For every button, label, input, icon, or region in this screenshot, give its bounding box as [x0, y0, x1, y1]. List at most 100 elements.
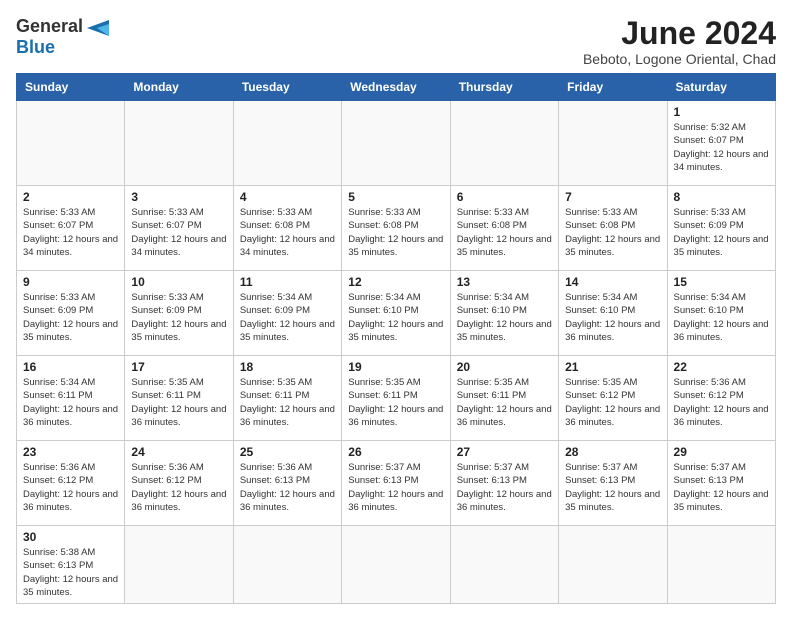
day-number: 16 [23, 360, 118, 374]
day-number: 23 [23, 445, 118, 459]
day-number: 21 [565, 360, 660, 374]
calendar-cell: 26Sunrise: 5:37 AM Sunset: 6:13 PM Dayli… [342, 441, 450, 526]
day-info: Sunrise: 5:37 AM Sunset: 6:13 PM Dayligh… [674, 461, 769, 514]
weekday-header-sunday: Sunday [17, 74, 125, 101]
calendar-cell: 23 Sunrise: 5:36 AM Sunset: 6:12 PM Dayli… [17, 441, 125, 526]
day-number: 6 [457, 190, 552, 204]
calendar-cell: 10 Sunrise: 5:33 AM Sunset: 6:09 PM Dayli… [125, 271, 233, 356]
calendar-cell: 30 Sunrise: 5:38 AM Sunset: 6:13 PM Dayli… [17, 526, 125, 604]
calendar-table: SundayMondayTuesdayWednesdayThursdayFrid… [16, 73, 776, 604]
day-info: Sunrise: 5:34 AM Sunset: 6:10 PM Dayligh… [457, 291, 552, 344]
day-info: Sunrise: 5:33 AM Sunset: 6:09 PM Dayligh… [131, 291, 226, 344]
weekday-header-saturday: Saturday [667, 74, 775, 101]
day-info: Sunrise: 5:34 AM Sunset: 6:10 PM Dayligh… [565, 291, 660, 344]
day-info: Sunrise: 5:37 AM Sunset: 6:13 PM Dayligh… [457, 461, 552, 514]
weekday-header-monday: Monday [125, 74, 233, 101]
weekday-header-tuesday: Tuesday [233, 74, 341, 101]
day-number: 13 [457, 275, 552, 289]
calendar-cell: 15 Sunrise: 5:34 AM Sunset: 6:10 PM Dayli… [667, 271, 775, 356]
calendar-cell: 21 Sunrise: 5:35 AM Sunset: 6:12 PM Dayli… [559, 356, 667, 441]
calendar-cell [125, 101, 233, 186]
day-info: Sunrise: 5:38 AM Sunset: 6:13 PM Dayligh… [23, 546, 118, 599]
day-number: 19 [348, 360, 443, 374]
calendar-cell: 29Sunrise: 5:37 AM Sunset: 6:13 PM Dayli… [667, 441, 775, 526]
calendar-cell [667, 526, 775, 604]
calendar-cell: 6 Sunrise: 5:33 AM Sunset: 6:08 PM Daylig… [450, 186, 558, 271]
day-number: 22 [674, 360, 769, 374]
day-info: Sunrise: 5:33 AM Sunset: 6:09 PM Dayligh… [23, 291, 118, 344]
day-info: Sunrise: 5:37 AM Sunset: 6:13 PM Dayligh… [348, 461, 443, 514]
calendar-cell: 18 Sunrise: 5:35 AM Sunset: 6:11 PM Dayli… [233, 356, 341, 441]
calendar-cell [342, 101, 450, 186]
calendar-week-row-4: 16 Sunrise: 5:34 AM Sunset: 6:11 PM Dayli… [17, 356, 776, 441]
calendar-cell [342, 526, 450, 604]
weekday-header-wednesday: Wednesday [342, 74, 450, 101]
calendar-cell: 20Sunrise: 5:35 AM Sunset: 6:11 PM Dayli… [450, 356, 558, 441]
day-info: Sunrise: 5:33 AM Sunset: 6:07 PM Dayligh… [131, 206, 226, 259]
day-info: Sunrise: 5:33 AM Sunset: 6:08 PM Dayligh… [565, 206, 660, 259]
day-info: Sunrise: 5:36 AM Sunset: 6:12 PM Dayligh… [674, 376, 769, 429]
calendar-cell: 12 Sunrise: 5:34 AM Sunset: 6:10 PM Dayli… [342, 271, 450, 356]
day-number: 7 [565, 190, 660, 204]
day-number: 8 [674, 190, 769, 204]
calendar-cell [125, 526, 233, 604]
calendar-cell [233, 526, 341, 604]
calendar-cell: 14 Sunrise: 5:34 AM Sunset: 6:10 PM Dayli… [559, 271, 667, 356]
calendar-cell: 24 Sunrise: 5:36 AM Sunset: 6:12 PM Dayli… [125, 441, 233, 526]
day-number: 1 [674, 105, 769, 119]
weekday-header-row: SundayMondayTuesdayWednesdayThursdayFrid… [17, 74, 776, 101]
calendar-cell: 3 Sunrise: 5:33 AM Sunset: 6:07 PM Daylig… [125, 186, 233, 271]
day-info: Sunrise: 5:32 AM Sunset: 6:07 PM Dayligh… [674, 121, 769, 174]
calendar-cell: 8Sunrise: 5:33 AM Sunset: 6:09 PM Daylig… [667, 186, 775, 271]
day-info: Sunrise: 5:33 AM Sunset: 6:07 PM Dayligh… [23, 206, 118, 259]
day-number: 14 [565, 275, 660, 289]
calendar-cell: 1 Sunrise: 5:32 AM Sunset: 6:07 PM Daylig… [667, 101, 775, 186]
calendar-cell [450, 526, 558, 604]
day-number: 12 [348, 275, 443, 289]
header: General Blue June 2024 Beboto, Logone Or… [16, 16, 776, 67]
calendar-cell: 19 Sunrise: 5:35 AM Sunset: 6:11 PM Dayli… [342, 356, 450, 441]
calendar-cell [17, 101, 125, 186]
calendar-cell: 27 Sunrise: 5:37 AM Sunset: 6:13 PM Dayli… [450, 441, 558, 526]
day-info: Sunrise: 5:35 AM Sunset: 6:11 PM Dayligh… [348, 376, 443, 429]
weekday-header-friday: Friday [559, 74, 667, 101]
day-number: 15 [674, 275, 769, 289]
day-number: 27 [457, 445, 552, 459]
calendar-week-row-5: 23 Sunrise: 5:36 AM Sunset: 6:12 PM Dayli… [17, 441, 776, 526]
calendar-cell: 11 Sunrise: 5:34 AM Sunset: 6:09 PM Dayli… [233, 271, 341, 356]
day-info: Sunrise: 5:33 AM Sunset: 6:08 PM Dayligh… [348, 206, 443, 259]
day-number: 24 [131, 445, 226, 459]
calendar-cell: 28Sunrise: 5:37 AM Sunset: 6:13 PM Dayli… [559, 441, 667, 526]
day-info: Sunrise: 5:36 AM Sunset: 6:12 PM Dayligh… [23, 461, 118, 514]
calendar-week-row-2: 2 Sunrise: 5:33 AM Sunset: 6:07 PM Daylig… [17, 186, 776, 271]
day-number: 28 [565, 445, 660, 459]
title-area: June 2024 Beboto, Logone Oriental, Chad [583, 16, 776, 67]
calendar-cell [559, 101, 667, 186]
day-info: Sunrise: 5:33 AM Sunset: 6:08 PM Dayligh… [457, 206, 552, 259]
calendar-cell: 25Sunrise: 5:36 AM Sunset: 6:13 PM Dayli… [233, 441, 341, 526]
day-info: Sunrise: 5:34 AM Sunset: 6:09 PM Dayligh… [240, 291, 335, 344]
calendar-cell: 22 Sunrise: 5:36 AM Sunset: 6:12 PM Dayli… [667, 356, 775, 441]
day-number: 5 [348, 190, 443, 204]
calendar-cell: 5 Sunrise: 5:33 AM Sunset: 6:08 PM Daylig… [342, 186, 450, 271]
day-number: 2 [23, 190, 118, 204]
day-info: Sunrise: 5:35 AM Sunset: 6:11 PM Dayligh… [131, 376, 226, 429]
calendar-cell: 9Sunrise: 5:33 AM Sunset: 6:09 PM Daylig… [17, 271, 125, 356]
calendar-week-row-6: 30 Sunrise: 5:38 AM Sunset: 6:13 PM Dayli… [17, 526, 776, 604]
calendar-cell [559, 526, 667, 604]
day-number: 3 [131, 190, 226, 204]
day-number: 10 [131, 275, 226, 289]
day-info: Sunrise: 5:36 AM Sunset: 6:12 PM Dayligh… [131, 461, 226, 514]
day-info: Sunrise: 5:34 AM Sunset: 6:10 PM Dayligh… [674, 291, 769, 344]
day-info: Sunrise: 5:34 AM Sunset: 6:11 PM Dayligh… [23, 376, 118, 429]
day-info: Sunrise: 5:36 AM Sunset: 6:13 PM Dayligh… [240, 461, 335, 514]
calendar-week-row-1: 1 Sunrise: 5:32 AM Sunset: 6:07 PM Daylig… [17, 101, 776, 186]
calendar-cell: 13 Sunrise: 5:34 AM Sunset: 6:10 PM Dayli… [450, 271, 558, 356]
calendar-week-row-3: 9Sunrise: 5:33 AM Sunset: 6:09 PM Daylig… [17, 271, 776, 356]
day-info: Sunrise: 5:35 AM Sunset: 6:11 PM Dayligh… [240, 376, 335, 429]
day-number: 18 [240, 360, 335, 374]
day-info: Sunrise: 5:34 AM Sunset: 6:10 PM Dayligh… [348, 291, 443, 344]
day-number: 11 [240, 275, 335, 289]
day-number: 30 [23, 530, 118, 544]
day-info: Sunrise: 5:35 AM Sunset: 6:12 PM Dayligh… [565, 376, 660, 429]
